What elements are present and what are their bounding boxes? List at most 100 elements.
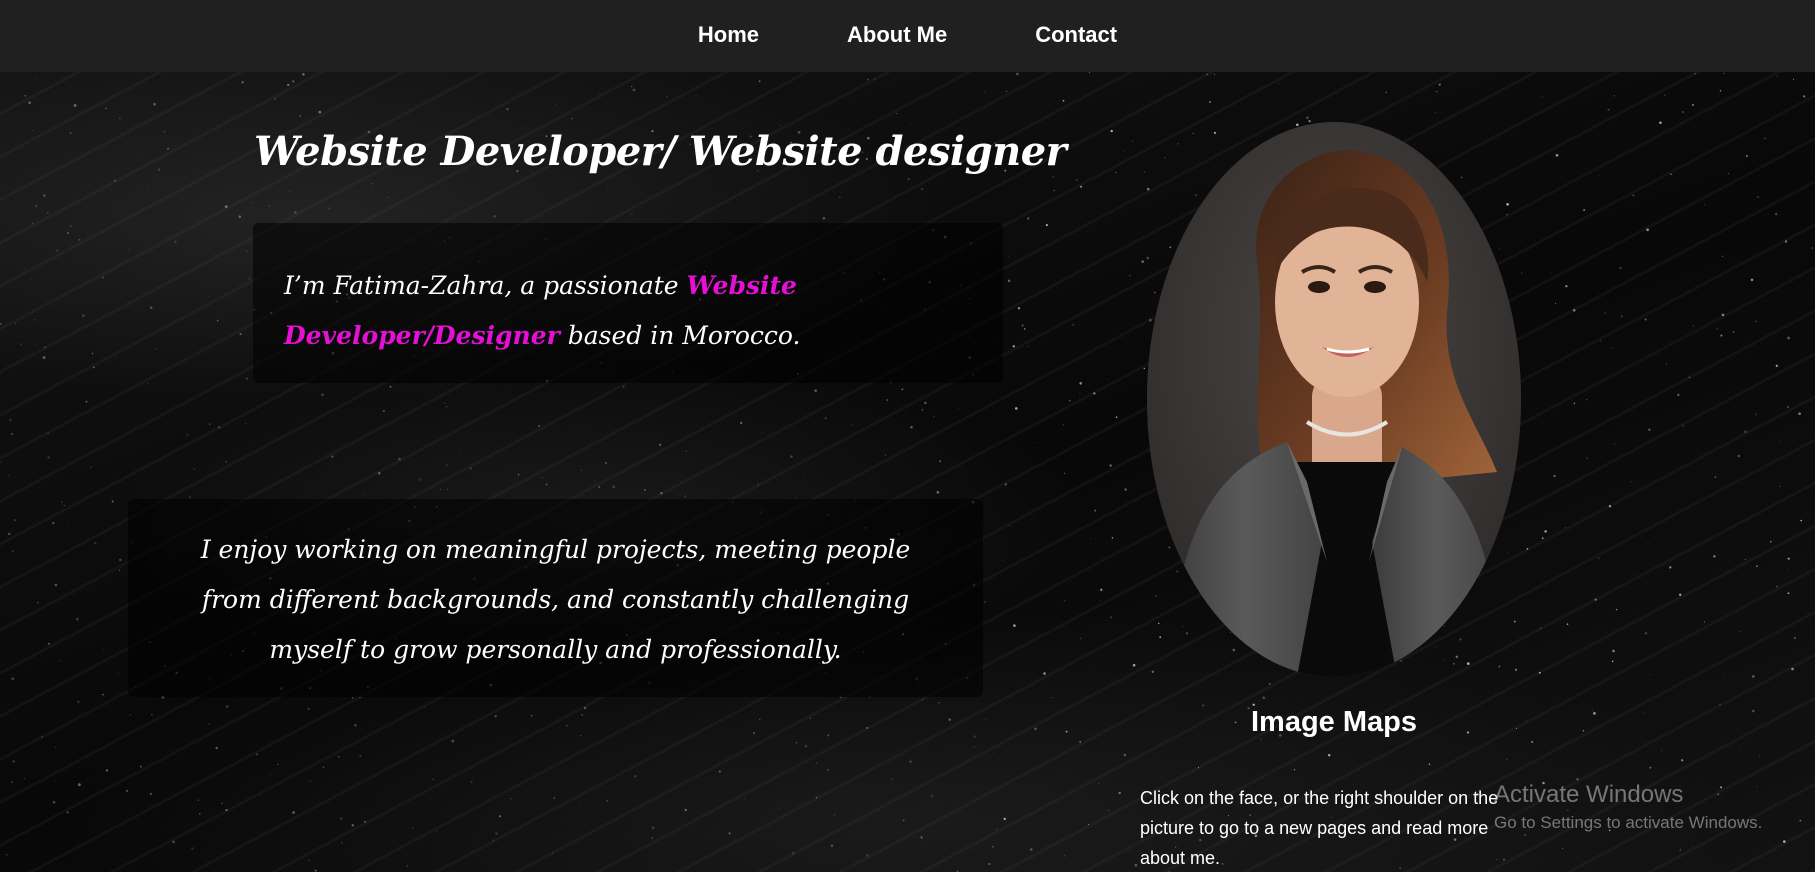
speckle (1724, 676, 1726, 678)
speckle (493, 215, 496, 218)
speckle (1494, 693, 1496, 695)
speckle (1094, 509, 1097, 512)
speckle (632, 88, 636, 92)
speckle (217, 426, 221, 429)
speckle (71, 87, 72, 89)
speckle (1007, 256, 1010, 258)
speckle (907, 177, 910, 181)
speckle (684, 808, 687, 812)
speckle (743, 798, 745, 800)
speckle (1619, 267, 1622, 270)
speckle (1072, 323, 1075, 326)
speckle (920, 836, 923, 839)
speckle (158, 168, 161, 171)
speckle (1679, 593, 1682, 596)
speckle (119, 117, 121, 120)
speckle (1115, 416, 1118, 419)
page-headline: Website Developer/ Website designer (254, 128, 1067, 175)
speckle (1069, 400, 1071, 402)
speckle (383, 410, 385, 412)
speckle (277, 763, 279, 766)
speckle (1644, 712, 1646, 713)
speckle (1763, 137, 1767, 140)
speckle (1327, 754, 1331, 757)
speckle (1065, 730, 1068, 733)
speckle (1459, 638, 1462, 641)
speckle (103, 649, 105, 651)
speckle (28, 101, 31, 104)
speckle (1295, 123, 1299, 127)
speckle (0, 460, 1, 463)
speckle (111, 500, 114, 503)
speckle (1164, 157, 1166, 159)
profile-photo-image-map[interactable] (1147, 122, 1521, 677)
speckle (483, 836, 485, 838)
speckle (337, 755, 340, 758)
speckle (1087, 824, 1089, 825)
speckle (61, 501, 64, 504)
speckle (758, 80, 761, 83)
speckle (827, 734, 830, 737)
speckle (24, 95, 27, 97)
speckle (63, 504, 65, 507)
speckle (1206, 73, 1209, 76)
speckle (151, 713, 153, 716)
speckle (439, 488, 442, 491)
speckle (1079, 741, 1081, 743)
speckle (73, 104, 77, 107)
speckle (560, 449, 562, 451)
speckle (1721, 313, 1725, 317)
speckle (1208, 100, 1212, 104)
speckle (274, 98, 276, 100)
speckle (69, 132, 72, 134)
speckle (541, 476, 544, 479)
speckle (1541, 96, 1543, 98)
profile-photo (1147, 122, 1521, 677)
speckle (139, 765, 142, 768)
speckle (815, 762, 818, 764)
nav-link-contact[interactable]: Contact (1035, 22, 1117, 48)
speckle (506, 108, 509, 111)
speckle (867, 403, 868, 405)
nav-link-home[interactable]: Home (698, 22, 759, 48)
speckle (1521, 272, 1523, 274)
speckle (1622, 526, 1624, 528)
speckle (371, 182, 374, 185)
speckle (1739, 631, 1741, 633)
speckle (377, 471, 381, 475)
speckle (208, 247, 210, 249)
speckle (1154, 291, 1156, 294)
speckle (565, 97, 567, 99)
speckle (23, 267, 25, 269)
speckle (174, 240, 177, 243)
speckle (1194, 194, 1197, 197)
speckle (324, 73, 326, 75)
speckle (1442, 111, 1443, 113)
speckle (166, 147, 170, 150)
speckle (188, 495, 192, 499)
speckle (20, 702, 22, 704)
speckle (50, 402, 51, 403)
speckle (252, 202, 254, 204)
speckle (1562, 847, 1564, 849)
speckle (1608, 505, 1612, 508)
speckle (1175, 570, 1179, 573)
speckle (1751, 709, 1755, 713)
page: Home About Me Contact Website Developer/… (0, 0, 1815, 872)
speckle (81, 314, 85, 318)
speckle (1793, 636, 1796, 639)
speckle (1213, 73, 1216, 75)
speckle (867, 78, 869, 81)
speckle (139, 776, 141, 778)
speckle (1005, 90, 1008, 92)
speckle (606, 800, 608, 802)
speckle (245, 377, 249, 380)
nav-link-about-me[interactable]: About Me (847, 22, 947, 48)
intro-text: I’m Fatima-Zahra, a passionate Website D… (284, 261, 884, 361)
speckle (1664, 94, 1666, 96)
speckle (815, 796, 818, 799)
speckle (1604, 312, 1607, 315)
speckle (1759, 755, 1760, 756)
speckle (958, 826, 959, 827)
speckle (1593, 712, 1596, 715)
